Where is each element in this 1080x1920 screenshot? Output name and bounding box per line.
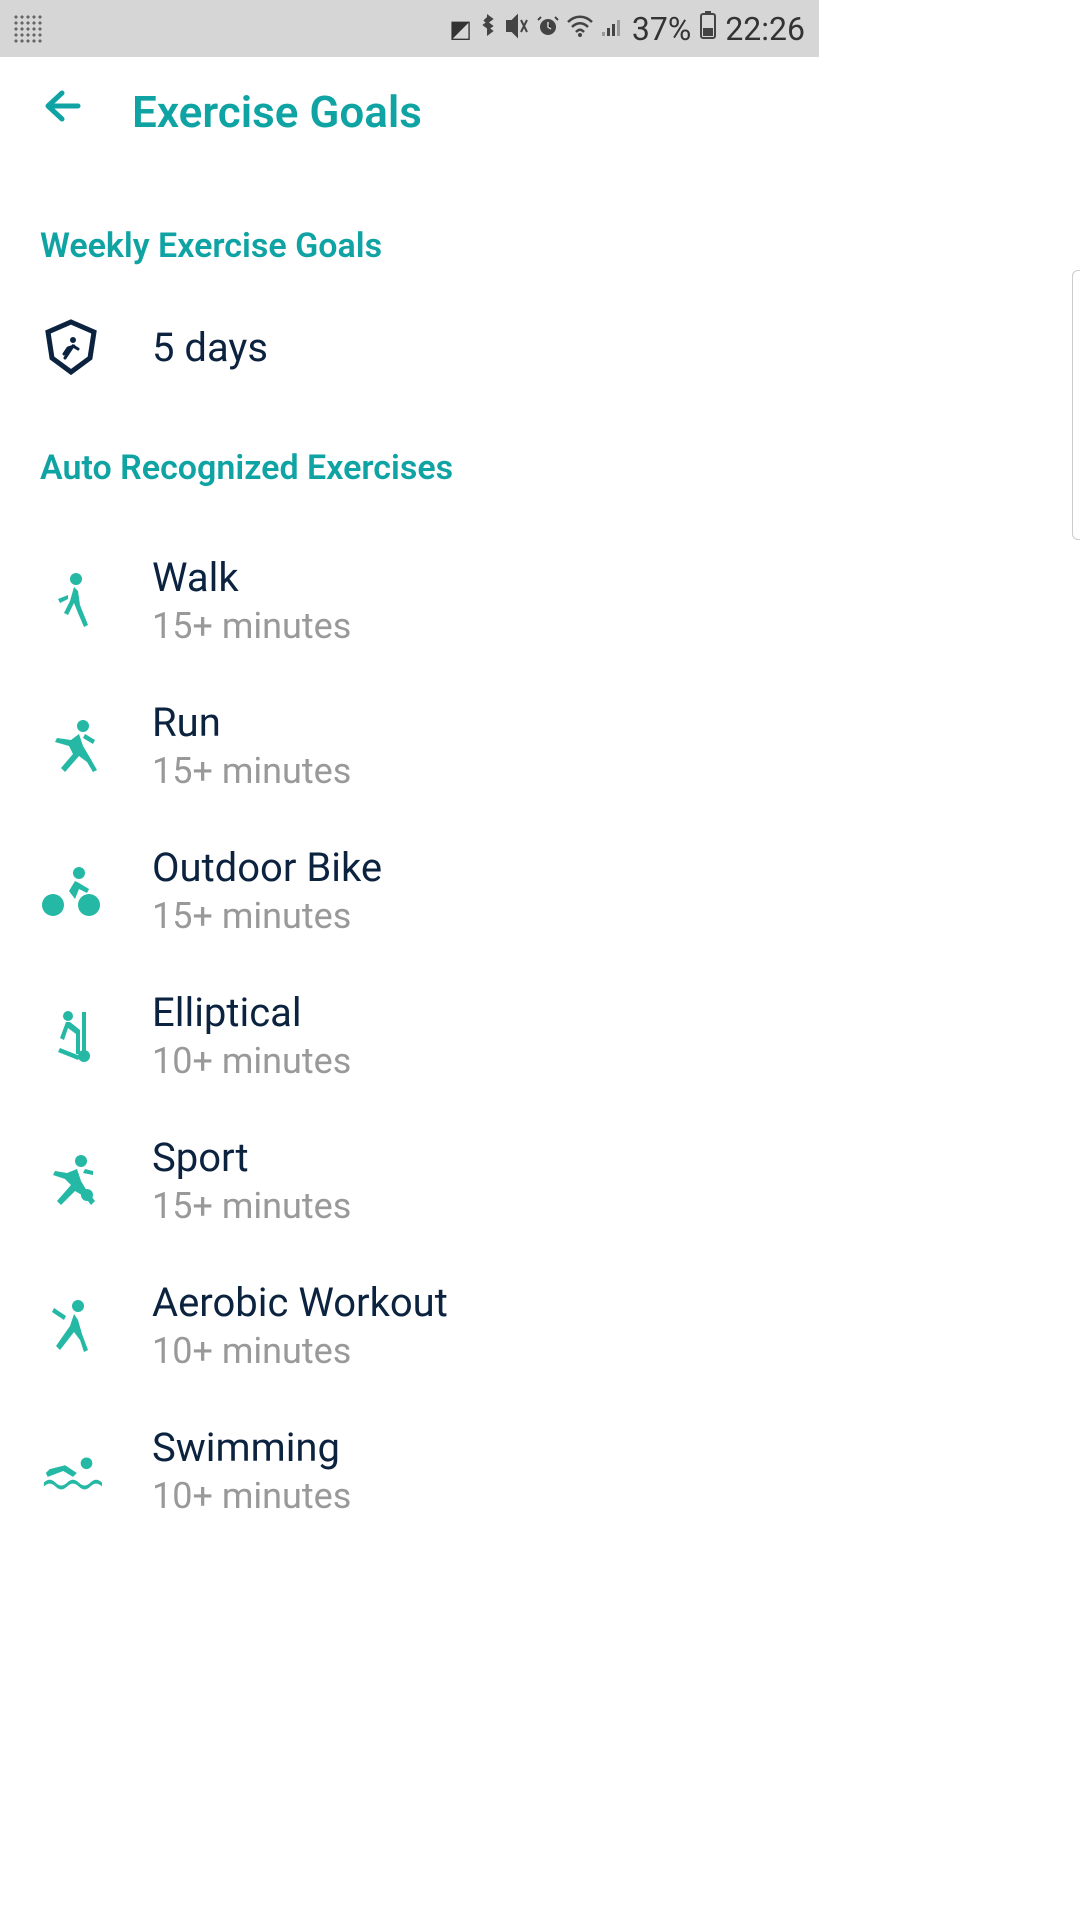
status-bar: ◩ 37% 22:26	[0, 0, 819, 57]
exercise-name: Sport	[152, 1134, 351, 1181]
wifi-icon	[566, 14, 594, 44]
exercise-row-bike[interactable]: Outdoor Bike 15+ minutes	[40, 818, 779, 963]
alarm-icon	[536, 14, 560, 44]
exercise-row-swimming[interactable]: Swimming 10+ minutes	[40, 1398, 779, 1543]
status-right: ◩ 37% 22:26	[449, 10, 805, 48]
exercise-name: Aerobic Workout	[152, 1279, 448, 1326]
exercise-name: Swimming	[152, 1424, 351, 1471]
status-icons: ◩	[449, 13, 624, 45]
aerobic-icon	[40, 1295, 102, 1357]
clock-time: 22:26	[725, 10, 805, 48]
scrollbar[interactable]	[1072, 270, 1080, 540]
exercise-row-elliptical[interactable]: Elliptical 10+ minutes	[40, 963, 779, 1108]
exercise-name: Outdoor Bike	[152, 844, 382, 891]
header: Exercise Goals	[0, 57, 819, 166]
fitbit-icon	[14, 15, 42, 43]
weekly-goal-value: 5 days	[152, 324, 268, 371]
exercise-duration: 15+ minutes	[152, 895, 382, 937]
exercise-name: Run	[152, 699, 351, 746]
swimming-icon	[40, 1440, 102, 1502]
exercise-duration: 10+ minutes	[152, 1475, 351, 1517]
signal-icon	[600, 14, 624, 44]
run-icon	[40, 715, 102, 777]
exercise-duration: 10+ minutes	[152, 1330, 448, 1372]
mute-vibrate-icon	[504, 13, 530, 45]
battery-icon	[699, 10, 717, 47]
exercise-row-run[interactable]: Run 15+ minutes	[40, 673, 779, 818]
notification-icon: ◩	[449, 15, 472, 43]
sport-icon	[40, 1150, 102, 1212]
battery-percent: 37%	[632, 10, 691, 48]
bluetooth-icon	[478, 13, 498, 45]
page-title: Exercise Goals	[132, 86, 422, 138]
weekly-goal-row[interactable]: 5 days	[40, 306, 779, 388]
elliptical-icon	[40, 1005, 102, 1067]
status-left	[14, 15, 42, 43]
exercise-duration: 10+ minutes	[152, 1040, 351, 1082]
exercise-duration: 15+ minutes	[152, 1185, 351, 1227]
walk-icon	[40, 570, 102, 632]
exercise-row-aerobic[interactable]: Aerobic Workout 10+ minutes	[40, 1253, 779, 1398]
exercise-duration: 15+ minutes	[152, 605, 351, 647]
shield-icon	[40, 316, 102, 378]
exercise-row-sport[interactable]: Sport 15+ minutes	[40, 1108, 779, 1253]
weekly-goals-header: Weekly Exercise Goals	[40, 226, 779, 266]
exercise-name: Elliptical	[152, 989, 351, 1036]
auto-recognized-header: Auto Recognized Exercises	[40, 448, 779, 488]
exercise-duration: 15+ minutes	[152, 750, 351, 792]
exercise-name: Walk	[152, 554, 351, 601]
back-button[interactable]	[40, 85, 82, 138]
bike-icon	[40, 860, 102, 922]
exercise-row-walk[interactable]: Walk 15+ minutes	[40, 528, 779, 673]
